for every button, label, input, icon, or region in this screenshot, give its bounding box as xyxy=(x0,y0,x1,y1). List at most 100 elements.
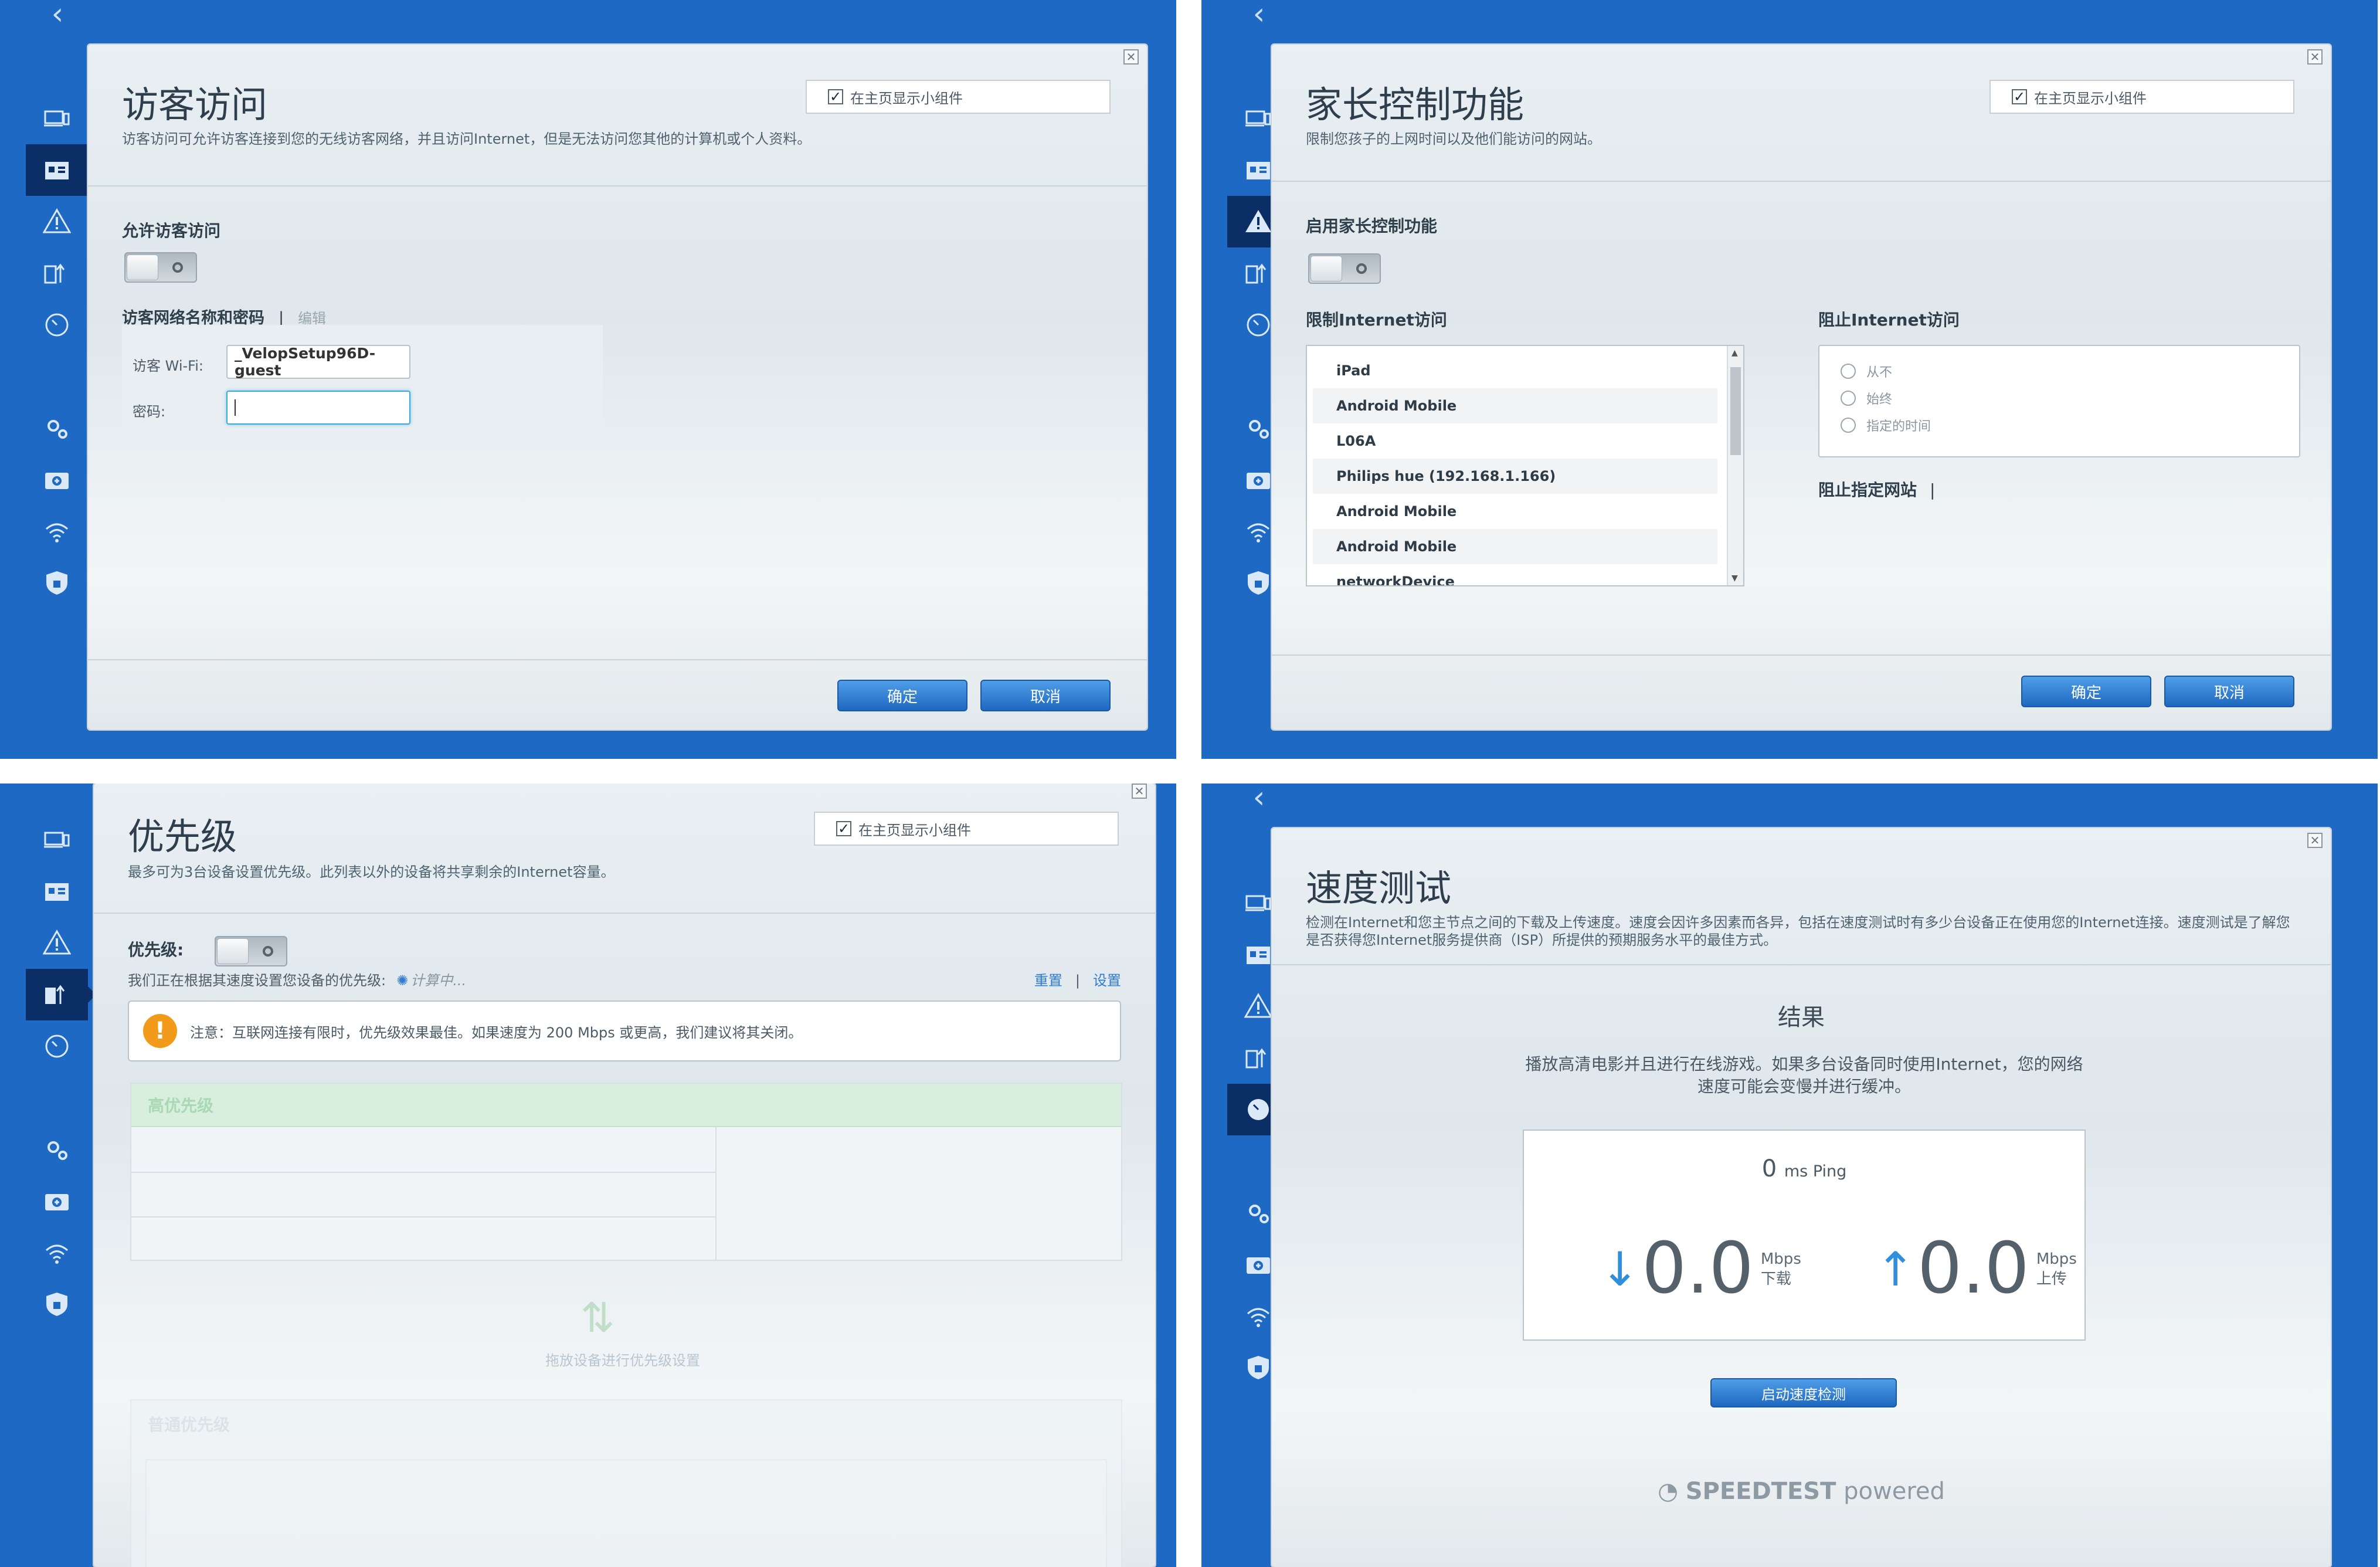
block-internet-label: 阻止Internet访问 xyxy=(1818,310,1960,330)
allow-guest-label: 允许访客访问 xyxy=(122,221,221,240)
page-description: 检测在Internet和您主节点之间的下载及上传速度。速度会因许多因素而各异，包… xyxy=(1306,914,2290,948)
device-list-item[interactable]: iPad xyxy=(1313,353,1717,388)
devices-icon[interactable] xyxy=(26,814,88,866)
parental-controls-panel: ✕ 家长控制功能 限制您孩子的上网时间以及他们能访问的网站。 ✓ 在主页显示小组件… xyxy=(1272,45,2331,730)
upload-readout: ↑ 0.0 Mbps 上传 xyxy=(1876,1228,2077,1310)
page-title: 家长控制功能 xyxy=(1306,83,1525,126)
show-widget-checkbox[interactable]: ✓ 在主页显示小组件 xyxy=(806,80,1111,114)
guest-access-toggle[interactable] xyxy=(124,252,197,283)
parental-controls-icon[interactable] xyxy=(26,196,88,247)
device-list-item[interactable]: Android Mobile xyxy=(1313,388,1717,423)
speedtest-powered-logo: ◔ SPEEDTEST powered xyxy=(1658,1478,1945,1505)
ok-button[interactable]: 确定 xyxy=(837,680,967,711)
speed-test-icon[interactable] xyxy=(26,299,88,351)
priority-window: ✕ 优先级 最多可为3台设备设置优先级。此列表以外的设备将共享剩余的Intern… xyxy=(0,784,1176,1567)
show-widget-checkbox[interactable]: ✓ 在主页显示小组件 xyxy=(1989,80,2294,114)
priority-icon[interactable] xyxy=(26,247,88,299)
result-description: 播放高清电影并且进行在线游戏。如果多台设备同时使用Internet，您的网络速度… xyxy=(1525,1054,2083,1096)
device-list-scrollbar[interactable]: ▲ ▼ xyxy=(1727,346,1743,585)
block-option-radio[interactable]: 从不 xyxy=(1841,358,2299,385)
wifi-icon[interactable] xyxy=(26,506,88,557)
checkmark-icon[interactable]: ✓ xyxy=(836,821,851,836)
close-icon[interactable]: ✕ xyxy=(2307,833,2323,848)
parental-controls-icon[interactable] xyxy=(26,917,88,969)
warning-icon: ! xyxy=(143,1014,177,1048)
enable-parental-label: 启用家长控制功能 xyxy=(1306,216,1438,236)
guest-password-input[interactable] xyxy=(226,391,410,425)
upload-arrow-icon: ↑ xyxy=(1876,1242,1916,1297)
spinner-icon: ✺ xyxy=(396,972,409,989)
priority-toggle[interactable] xyxy=(215,936,287,966)
result-title: 结果 xyxy=(1778,1004,1825,1031)
cancel-button[interactable]: 取消 xyxy=(2164,676,2294,707)
page-description: 最多可为3台设备设置优先级。此列表以外的设备将共享剩余的Internet容量。 xyxy=(128,864,615,880)
block-options-box: 从不 始终 指定的时间 xyxy=(1818,345,2300,457)
wifi-label: 访客 Wi-Fi: xyxy=(133,358,203,374)
priority-icon[interactable] xyxy=(26,969,96,1020)
page-description: 访客访问可允许访客连接到您的无线访客网络，并且访问Internet，但是无法访问… xyxy=(122,131,812,147)
drag-arrows-icon: ⇅ xyxy=(580,1294,615,1342)
nav-rail xyxy=(26,814,96,1330)
page-title: 优先级 xyxy=(128,815,237,858)
backup-icon[interactable] xyxy=(26,1175,88,1227)
cancel-button[interactable]: 取消 xyxy=(980,680,1111,711)
priority-status: 我们正在根据其速度设置您设备的优先级: ✺ 计算中... xyxy=(128,972,467,989)
device-list-item[interactable]: Android Mobile xyxy=(1313,529,1717,564)
speed-test-window: ‹ ✕ 速度测试 检测在Internet和您主节点之间的下载及上传速度。速度会因… xyxy=(1201,784,2378,1567)
nav-rail xyxy=(26,93,96,609)
edit-link[interactable]: 编辑 xyxy=(298,310,326,327)
device-list-item[interactable]: Philips hue (192.168.1.166) xyxy=(1313,459,1717,494)
checkmark-icon[interactable]: ✓ xyxy=(2012,89,2027,104)
back-arrow-icon[interactable]: ‹ xyxy=(29,0,86,32)
radio-circle-icon[interactable] xyxy=(1841,364,1856,379)
high-priority-table: 高优先级 xyxy=(130,1083,1122,1261)
page-description: 限制您孩子的上网时间以及他们能访问的网站。 xyxy=(1306,131,1601,147)
security-icon[interactable] xyxy=(26,557,88,609)
backup-icon[interactable] xyxy=(26,454,88,506)
wifi-icon[interactable] xyxy=(26,1227,88,1278)
close-icon[interactable]: ✕ xyxy=(1123,49,1139,65)
devices-icon[interactable] xyxy=(26,93,88,144)
settings-icon[interactable] xyxy=(26,402,88,454)
priority-actions: 重置 | 设置 xyxy=(1034,972,1121,989)
back-arrow-icon[interactable]: ‹ xyxy=(1231,784,1287,815)
download-readout: ↓ 0.0 Mbps 下载 xyxy=(1600,1228,1801,1310)
drag-hint: 拖放设备进行优先级设置 xyxy=(545,1352,700,1369)
radio-circle-icon[interactable] xyxy=(1841,418,1856,433)
password-label: 密码: xyxy=(133,403,166,420)
radio-circle-icon[interactable] xyxy=(1841,391,1856,406)
show-widget-checkbox[interactable]: ✓ 在主页显示小组件 xyxy=(814,812,1119,846)
start-speed-test-button[interactable]: 启动速度检测 xyxy=(1710,1378,1897,1407)
priority-panel: ✕ 优先级 最多可为3台设备设置优先级。此列表以外的设备将共享剩余的Intern… xyxy=(94,784,1155,1567)
parental-controls-toggle[interactable] xyxy=(1308,253,1381,284)
guest-access-icon[interactable] xyxy=(26,144,96,196)
guest-access-icon[interactable] xyxy=(26,866,88,917)
checkmark-icon[interactable]: ✓ xyxy=(828,89,843,104)
speed-results-box: 0 ms Ping ↓ 0.0 Mbps 下载 ↑ 0.0 Mbps 上传 xyxy=(1523,1130,2086,1341)
security-icon[interactable] xyxy=(26,1278,88,1330)
speed-test-panel: ✕ 速度测试 检测在Internet和您主节点之间的下载及上传速度。速度会因许多… xyxy=(1272,828,2331,1567)
device-list-item[interactable]: Android Mobile xyxy=(1313,494,1717,529)
ok-button[interactable]: 确定 xyxy=(2021,676,2151,707)
notice-banner: ! 注意：互联网连接有限时，优先级效果最佳。如果速度为 200 Mbps 或更高，… xyxy=(128,1000,1121,1061)
device-list-item[interactable]: L06A xyxy=(1313,423,1717,459)
parental-controls-window: ‹ ✕ 家长控制功能 限制您孩子的上网时间以及他们能访问的网站。 ✓ 在主页显示小… xyxy=(1201,0,2378,759)
device-list-item[interactable]: networkDevice xyxy=(1313,564,1717,585)
settings-link[interactable]: 设置 xyxy=(1093,972,1121,989)
settings-icon[interactable] xyxy=(26,1124,88,1175)
restrict-internet-label: 限制Internet访问 xyxy=(1306,310,1447,330)
guest-wifi-name: _VelopSetup96D-guest xyxy=(226,345,410,379)
block-sites-label: 阻止指定网站 | xyxy=(1818,480,1936,500)
speed-test-icon[interactable] xyxy=(26,1020,88,1072)
block-option-radio[interactable]: 始终 xyxy=(1841,385,2299,412)
reset-link[interactable]: 重置 xyxy=(1034,972,1062,989)
speedtest-gauge-icon: ◔ xyxy=(1658,1478,1678,1505)
back-arrow-icon[interactable]: ‹ xyxy=(1231,0,1287,32)
block-option-radio[interactable]: 指定的时间 xyxy=(1841,412,2299,439)
device-list[interactable]: iPad Android Mobile L06A Philips hue (192.1… xyxy=(1306,345,1744,586)
close-icon[interactable]: ✕ xyxy=(1132,784,1147,799)
download-arrow-icon: ↓ xyxy=(1600,1242,1640,1297)
close-icon[interactable]: ✕ xyxy=(2307,49,2323,65)
ping-readout: 0 ms Ping xyxy=(1761,1155,1847,1182)
page-title: 访客访问 xyxy=(122,83,268,126)
